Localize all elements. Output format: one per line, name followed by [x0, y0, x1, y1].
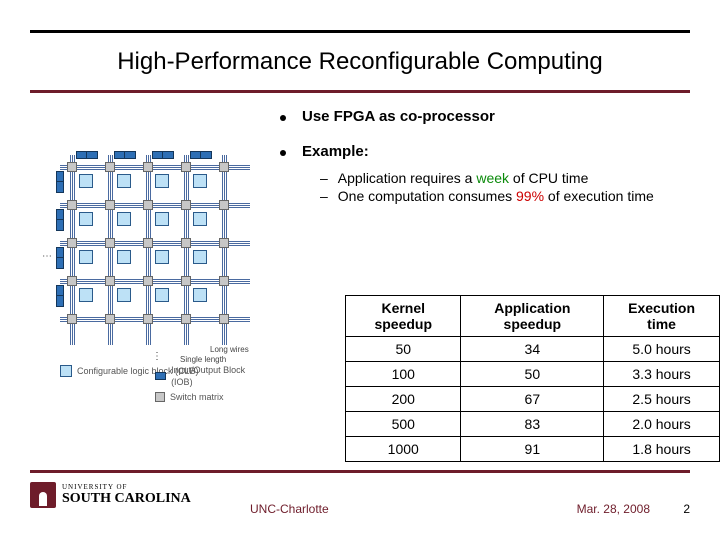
table-row: 200672.5 hours [346, 387, 720, 412]
table-header-row: Kernel speedup Application speedup Execu… [346, 296, 720, 337]
cell: 5.0 hours [604, 337, 720, 362]
table-row: 500832.0 hours [346, 412, 720, 437]
table-row: 1000911.8 hours [346, 437, 720, 462]
long-wires-label: Long wires [210, 345, 249, 354]
sub-bullet-2: – One computation consumes 99% of execut… [320, 188, 690, 204]
cell: 1.8 hours [604, 437, 720, 462]
bullet-dot-icon [280, 150, 286, 156]
table-row: 100503.3 hours [346, 362, 720, 387]
sub1-pre: Application requires a [338, 170, 477, 186]
uni-line1: UNIVERSITY OF [62, 483, 191, 491]
cell: 2.0 hours [604, 412, 720, 437]
sub2-pre: One computation consumes [338, 188, 516, 204]
university-name: UNIVERSITY OF SOUTH CAROLINA [62, 483, 191, 507]
content-block: Use FPGA as co-processor Example: – Appl… [280, 108, 690, 206]
sub-bullet-1-text: Application requires a week of CPU time [338, 170, 589, 186]
cell: 100 [346, 362, 461, 387]
rule-under-title [30, 90, 690, 93]
dash-icon: – [320, 170, 328, 186]
dash-icon: – [320, 188, 328, 204]
bullet-2: Example: [280, 143, 690, 160]
cell: 50 [346, 337, 461, 362]
cell: 50 [461, 362, 604, 387]
sm-swatch-icon [155, 392, 165, 402]
iob-swatch-icon [155, 372, 166, 380]
cell: 3.3 hours [604, 362, 720, 387]
footer-venue: UNC-Charlotte [250, 502, 329, 516]
logo-tree-icon [30, 482, 56, 508]
rule-top [30, 30, 690, 33]
cell: 83 [461, 412, 604, 437]
university-logo: UNIVERSITY OF SOUTH CAROLINA [30, 482, 191, 508]
footer-date: Mar. 28, 2008 [577, 502, 650, 516]
cell: 34 [461, 337, 604, 362]
bullet-2-text: Example: [302, 143, 369, 160]
col-kernel: Kernel speedup [346, 296, 461, 337]
col-time: Execution time [604, 296, 720, 337]
bullet-1: Use FPGA as co-processor [280, 108, 690, 125]
col-app: Application speedup [461, 296, 604, 337]
sub1-post: of CPU time [509, 170, 588, 186]
fpga-grid [60, 155, 250, 345]
table-row: 50345.0 hours [346, 337, 720, 362]
sub2-highlight: 99% [516, 188, 544, 204]
bullet-dot-icon [280, 115, 286, 121]
speedup-table: Kernel speedup Application speedup Execu… [345, 295, 720, 462]
fpga-legend: Configurable logic block (CLB) Input/Out… [60, 365, 260, 405]
sub2-post: of execution time [544, 188, 654, 204]
ellipsis-icon: ⋮ [152, 351, 163, 362]
sub-bullet-2-text: One computation consumes 99% of executio… [338, 188, 654, 204]
sub1-highlight: week [476, 170, 509, 186]
page-title: High-Performance Reconfigurable Computin… [0, 48, 720, 76]
cell: 91 [461, 437, 604, 462]
cell: 2.5 hours [604, 387, 720, 412]
fpga-diagram: ⋯ ⋮ Long wires Single length Configurabl… [60, 155, 260, 425]
rule-footer [30, 470, 690, 473]
cell: 500 [346, 412, 461, 437]
legend-sm: Switch matrix [170, 391, 224, 404]
cell: 67 [461, 387, 604, 412]
cell: 200 [346, 387, 461, 412]
legend-iob: Input/Output Block (IOB) [171, 364, 260, 389]
clb-swatch-icon [60, 365, 72, 377]
uni-line2: SOUTH CAROLINA [62, 491, 191, 507]
ellipsis-icon: ⋯ [42, 251, 53, 262]
sub-bullet-list: – Application requires a week of CPU tim… [320, 170, 690, 204]
sub-bullet-1: – Application requires a week of CPU tim… [320, 170, 690, 186]
page-number: 2 [683, 502, 690, 516]
bullet-1-text: Use FPGA as co-processor [302, 108, 495, 125]
cell: 1000 [346, 437, 461, 462]
